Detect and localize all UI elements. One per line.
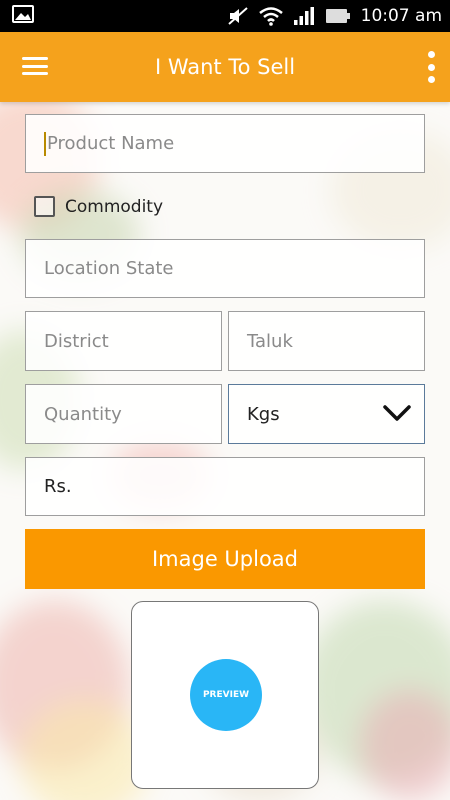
unit-selected-value: Kgs [247, 403, 280, 425]
price-placeholder: Rs. [44, 476, 72, 497]
hamburger-menu-icon[interactable] [22, 55, 48, 77]
commodity-checkbox[interactable] [34, 196, 55, 217]
wifi-icon [258, 6, 283, 26]
product-name-input[interactable]: Product Name [25, 114, 425, 173]
image-preview-box[interactable]: PREVIEW [131, 601, 319, 789]
location-state-placeholder: Location State [44, 258, 174, 279]
unit-select[interactable]: Kgs [228, 384, 425, 444]
more-vert-icon[interactable] [426, 51, 436, 83]
commodity-label: Commodity [65, 196, 164, 217]
status-bar: 10:07 am [0, 0, 450, 32]
product-name-placeholder: Product Name [47, 133, 175, 154]
battery-icon [325, 7, 351, 25]
preview-badge[interactable]: PREVIEW [190, 659, 262, 731]
status-time: 10:07 am [360, 6, 442, 26]
app-bar: I Want To Sell [0, 32, 450, 102]
taluk-input[interactable]: Taluk [228, 311, 425, 371]
taluk-placeholder: Taluk [247, 330, 293, 352]
image-icon [12, 5, 34, 27]
commodity-row: Commodity [34, 196, 163, 217]
image-upload-button[interactable]: Image Upload [25, 529, 425, 589]
location-state-input[interactable]: Location State [25, 239, 425, 298]
district-input[interactable]: District [25, 311, 222, 371]
price-input[interactable]: Rs. [25, 457, 425, 516]
signal-icon [293, 6, 315, 26]
chevron-down-icon [382, 403, 412, 428]
mute-icon [227, 6, 249, 26]
quantity-input[interactable]: Quantity [25, 384, 222, 444]
page-title: I Want To Sell [154, 55, 296, 79]
text-cursor [44, 131, 46, 156]
quantity-placeholder: Quantity [44, 403, 122, 425]
district-placeholder: District [44, 330, 109, 352]
